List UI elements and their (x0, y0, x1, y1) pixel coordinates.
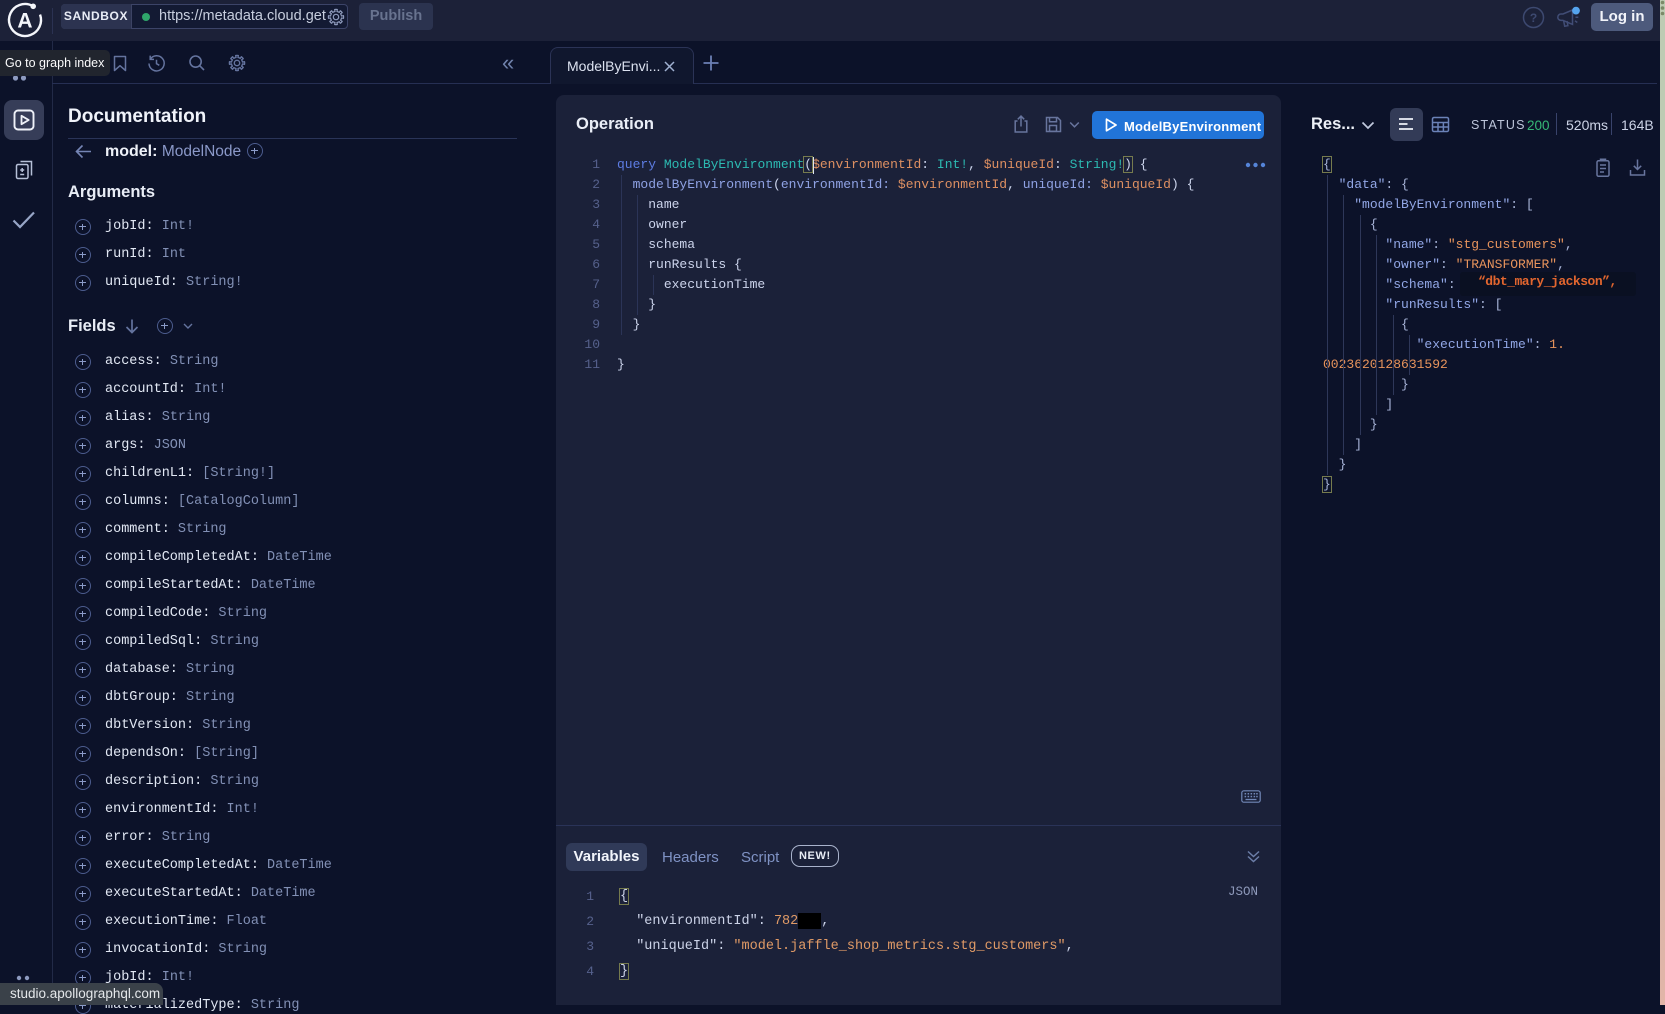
svg-text:?: ? (1530, 11, 1537, 25)
svg-text:A: A (17, 10, 32, 33)
